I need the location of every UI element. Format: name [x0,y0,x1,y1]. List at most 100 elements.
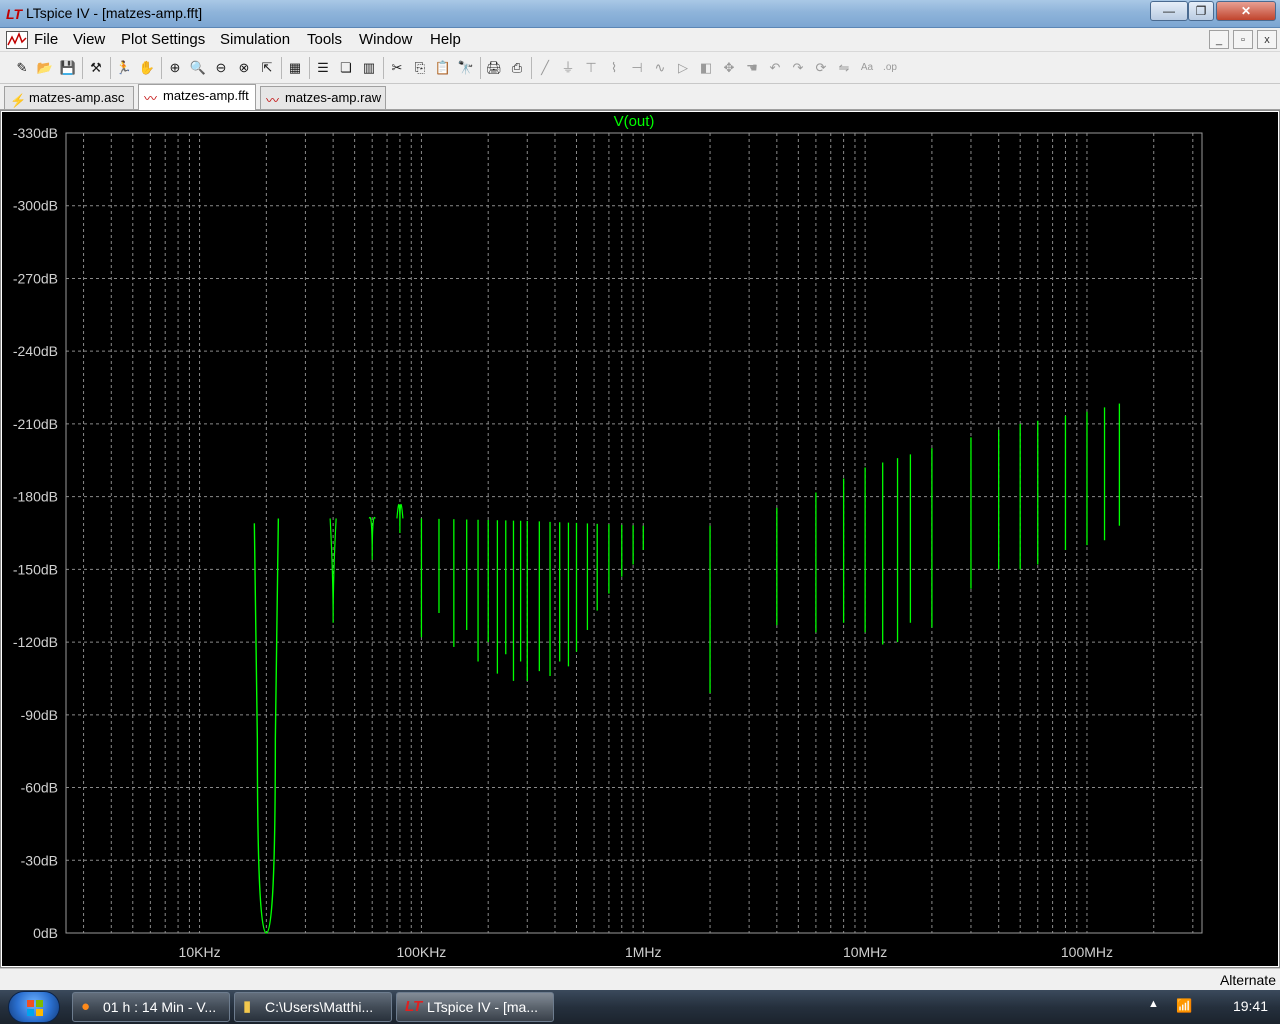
taskbar-item-label: C:\Users\Matthi... [265,999,374,1015]
menu-file[interactable]: File [34,31,58,48]
y-tick-label: -240dB [13,343,58,359]
y-tick-label: 0dB [33,925,58,941]
x-tick-label: 100KHz [397,944,447,960]
text-icon[interactable]: Aa [857,58,877,78]
taskbar-item-label: LTspice IV - [ma... [427,999,538,1015]
y-tick-label: -210dB [13,416,58,432]
move-icon[interactable]: ✥ [719,58,739,78]
rotate-icon[interactable]: ⟳ [811,58,831,78]
schematic-icon: ⚡ [10,93,27,108]
mdi-close-button[interactable]: x [1257,30,1277,49]
tab-matzes-amp-raw[interactable]: 〰 matzes-amp.raw [260,86,386,109]
toolbar-separator [383,57,384,79]
folder-icon: ▮ [243,998,252,1015]
inductor-icon[interactable]: ∿ [650,58,670,78]
label-icon[interactable]: ⊤ [581,58,601,78]
run-icon[interactable]: 🏃 [114,58,134,78]
zoom-out-icon[interactable]: ⊖ [211,58,231,78]
open-icon[interactable]: 📂 [35,58,55,78]
y-tick-label: -270dB [13,270,58,286]
y-tick-label: -180dB [13,489,58,505]
drag-icon[interactable]: ☚ [742,58,762,78]
fft-plot[interactable]: 0dB -30dB -60dB -90dB -120dB -150dB -180dB -210… [2,112,1278,966]
taskbar-item-firefox[interactable]: ● 01 h : 14 Min - V... [72,992,230,1022]
x-tick-label: 100MHz [1061,944,1113,960]
find-icon[interactable]: 🔭 [456,58,476,78]
toolbar-separator [309,57,310,79]
mirror-icon[interactable]: ⇋ [834,58,854,78]
zoom-in-icon[interactable]: ⊕ [165,58,185,78]
undo-icon[interactable]: ↶ [765,58,785,78]
taskbar-item-explorer[interactable]: ▮ C:\Users\Matthi... [234,992,392,1022]
windows-taskbar: ● 01 h : 14 Min - V... ▮ C:\Users\Matthi… [0,990,1280,1024]
zoom-area-icon[interactable]: 🔍 [188,58,208,78]
paste-icon[interactable]: 📋 [433,58,453,78]
print-icon[interactable]: ⎙ [507,58,527,78]
toolbar: ✎ 📂 💾 ⚒ 🏃 ✋ ⊕ 🔍 ⊖ ⊗ ⇱ ▦ ☰ ❏ ▥ ✂ ⎘ 📋 🔭 🖨 ⎙ ╱ ⏚ ⊤ ⌇ ⊣ ∿ ▷ ◧ ✥ ☚ ↶ ↷ ⟳ ⇋ Aa .op [0,52,1280,84]
ground-icon[interactable]: ⏚ [558,58,578,78]
plot-settings-icon[interactable]: ▦ [285,58,305,78]
tab-matzes-amp-fft[interactable]: 〰 matzes-amp.fft [138,84,256,110]
y-tick-label: -330dB [13,125,58,141]
system-tray: ▲ 📶 19:41 [1140,990,1280,1024]
windows-logo-icon [27,1000,43,1016]
resistor-icon[interactable]: ⌇ [604,58,624,78]
menu-simulation[interactable]: Simulation [220,31,290,48]
cascade-icon[interactable]: ❏ [336,58,356,78]
menu-plot-settings[interactable]: Plot Settings [121,31,205,48]
waveform-window-icon[interactable] [6,31,28,49]
status-bar: Alternate [0,968,1280,990]
component-icon[interactable]: ◧ [696,58,716,78]
spice-directive-icon[interactable]: .op [880,58,900,78]
new-schematic-icon[interactable]: ✎ [12,58,32,78]
taskbar-item-label: 01 h : 14 Min - V... [103,999,217,1015]
y-tick-label: -150dB [13,561,58,577]
y-tick-label: -120dB [13,634,58,650]
mdi-restore-button[interactable]: ▫ [1233,30,1253,49]
menu-help[interactable]: Help [430,31,461,48]
x-tick-label: 10KHz [179,944,221,960]
show-hidden-icons-icon[interactable]: ▲ [1148,998,1159,1010]
clock[interactable]: 19:41 [1233,998,1268,1014]
menu-bar: File View Plot Settings Simulation Tools… [0,28,1280,52]
control-panel-icon[interactable]: ⚒ [86,58,106,78]
toolbar-separator [281,57,282,79]
diode-icon[interactable]: ▷ [673,58,693,78]
autorange-icon[interactable]: ⇱ [257,58,277,78]
redo-icon[interactable]: ↷ [788,58,808,78]
menu-view[interactable]: View [73,31,105,48]
waveform-icon: 〰 [266,93,280,108]
x-tick-label: 1MHz [625,944,662,960]
document-tab-bar: ⚡ matzes-amp.asc 〰 matzes-amp.fft 〰 matz… [0,84,1280,110]
print-preview-icon[interactable]: 🖨 [484,58,504,78]
ltspice-icon: LT [405,998,423,1015]
waveform-icon: 〰 [144,91,158,106]
save-icon[interactable]: 💾 [58,58,78,78]
trace-label-v-out[interactable]: V(out) [614,113,655,130]
tab-matzes-amp-asc[interactable]: ⚡ matzes-amp.asc [4,86,134,109]
y-tick-label: -300dB [13,198,58,214]
zoom-cancel-icon[interactable]: ⊗ [234,58,254,78]
menu-tools[interactable]: Tools [307,31,342,48]
mdi-minimize-button[interactable]: _ [1209,30,1229,49]
tile-vertical-icon[interactable]: ▥ [359,58,379,78]
pan-icon[interactable]: ✋ [137,58,157,78]
taskbar-item-ltspice[interactable]: LT LTspice IV - [ma... [396,992,554,1022]
network-icon[interactable]: 📶 [1176,998,1192,1014]
toolbar-separator [161,57,162,79]
ltspice-logo-icon: LT [6,6,23,22]
copy-icon[interactable]: ⎘ [410,58,430,78]
capacitor-icon[interactable]: ⊣ [627,58,647,78]
toolbar-separator [82,57,83,79]
minimize-button[interactable]: — [1150,1,1188,21]
menu-window[interactable]: Window [359,31,412,48]
x-tick-label: 10MHz [843,944,887,960]
maximize-button[interactable]: ❐ [1188,1,1214,21]
cut-icon[interactable]: ✂ [387,58,407,78]
close-button[interactable]: ✕ [1216,1,1276,21]
start-button[interactable] [8,991,60,1023]
wire-icon[interactable]: ╱ [535,58,555,78]
title-bar: LT LTspice IV - [matzes-amp.fft] — ❐ ✕ [0,0,1280,28]
status-text: Alternate [1219,972,1276,988]
tile-horizontal-icon[interactable]: ☰ [313,58,333,78]
